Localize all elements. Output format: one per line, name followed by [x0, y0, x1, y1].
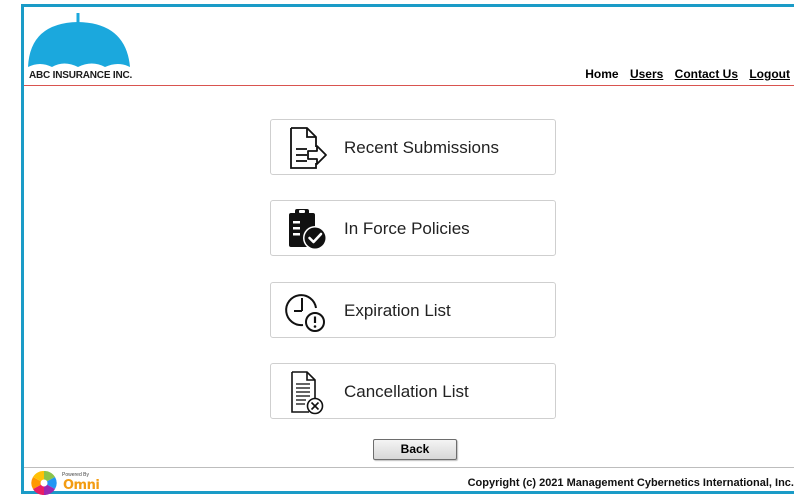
cancellation-list-label: Cancellation List [344, 382, 469, 401]
in-force-policies-label: In Force Policies [344, 219, 470, 238]
clock-alert-icon [285, 294, 325, 332]
document-cancel-icon [291, 371, 324, 415]
powered-by-logo: Powered By Omni [28, 470, 100, 496]
expiration-list-label: Expiration List [344, 301, 451, 320]
nav-users[interactable]: Users [630, 67, 663, 81]
back-button[interactable]: Back [373, 439, 457, 460]
header: ABC INSURANCE INC. Home Users Contact Us… [24, 7, 794, 86]
app-frame: ABC INSURANCE INC. Home Users Contact Us… [21, 4, 794, 496]
expiration-list-button[interactable]: Expiration List [270, 282, 556, 338]
clipboard-check-icon [289, 209, 327, 250]
in-force-policies-button[interactable]: In Force Policies [270, 200, 556, 256]
nav-logout[interactable]: Logout [749, 67, 790, 81]
company-name: ABC INSURANCE INC. [29, 70, 133, 81]
company-logo: ABC INSURANCE INC. [26, 11, 138, 81]
footer: Powered By Omni Copyright (c) 2021 Manag… [24, 467, 794, 496]
omni-brand: Omni [63, 478, 100, 493]
nav-contact-us[interactable]: Contact Us [675, 67, 738, 81]
recent-submissions-button[interactable]: Recent Submissions [270, 119, 556, 175]
top-nav: Home Users Contact Us Logout [577, 67, 790, 81]
copyright-text: Copyright (c) 2021 Management Cybernetic… [467, 477, 794, 489]
omni-logo-icon [31, 470, 57, 496]
nav-home[interactable]: Home [585, 67, 618, 81]
recent-submissions-label: Recent Submissions [344, 138, 499, 157]
document-arrow-icon [290, 127, 327, 169]
cancellation-list-button[interactable]: Cancellation List [270, 363, 556, 419]
